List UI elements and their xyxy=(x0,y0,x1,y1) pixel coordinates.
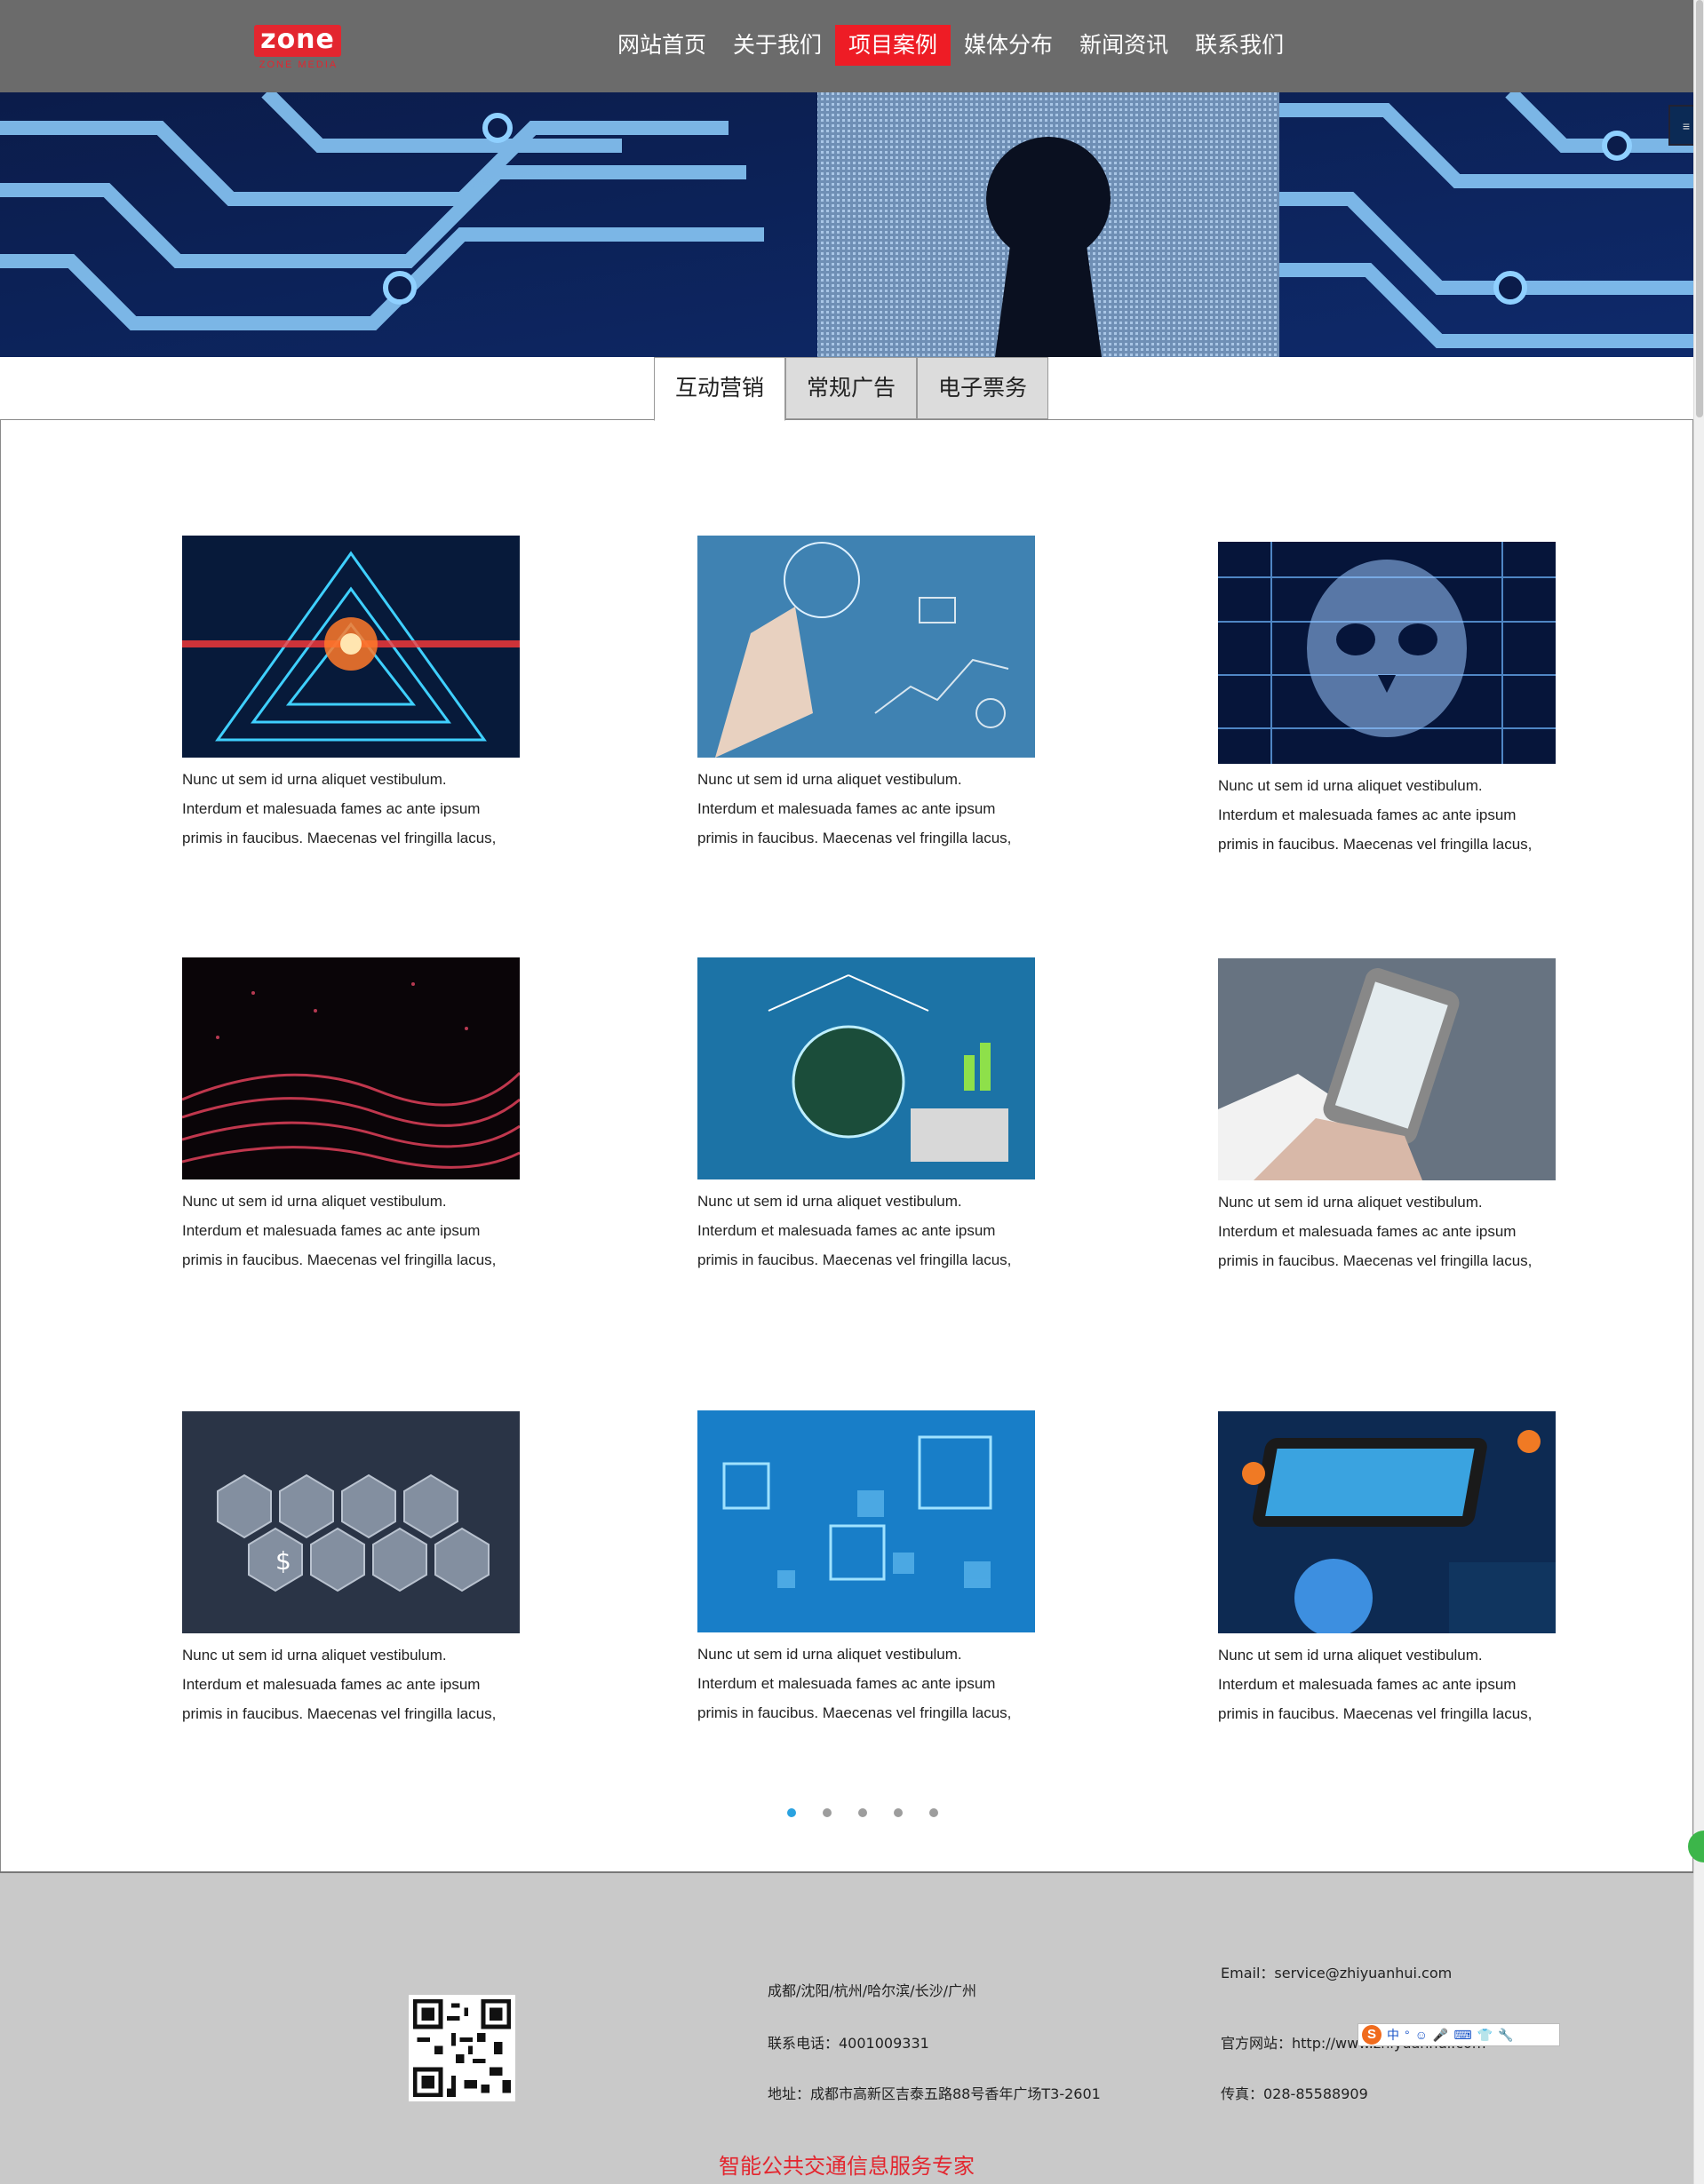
ime-mode-label[interactable]: 中 xyxy=(1387,2026,1399,2044)
case-card[interactable]: Nunc ut sem id urna aliquet vestibulum. … xyxy=(697,1410,1035,1727)
case-image-tablet-globe xyxy=(1218,1411,1556,1633)
case-image-blue-blocks xyxy=(697,1410,1035,1632)
case-card[interactable]: Nunc ut sem id urna aliquet vestibulum. … xyxy=(697,957,1035,1275)
card-text-line: primis in faucibus. Maecenas vel fringil… xyxy=(1218,836,1533,853)
case-card[interactable]: Nunc ut sem id urna aliquet vestibulum. … xyxy=(1218,1411,1556,1728)
punctuation-icon[interactable]: ° xyxy=(1405,2028,1410,2042)
case-card[interactable]: Nunc ut sem id urna aliquet vestibulum. … xyxy=(1218,542,1556,859)
card-text-line: primis in faucibus. Maecenas vel fringil… xyxy=(697,1251,1012,1268)
case-card[interactable]: $ Nunc ut sem id urna aliquet vestibulum… xyxy=(182,1411,520,1728)
ime-toolbar[interactable]: S 中 ° ☺ 🎤 ⌨ 👕 🔧 xyxy=(1358,2023,1560,2046)
sogou-logo-icon: S xyxy=(1362,2025,1382,2045)
case-image-touchscreen xyxy=(697,536,1035,758)
card-text-line: Nunc ut sem id urna aliquet vestibulum. xyxy=(182,1647,447,1664)
nav-media[interactable]: 媒体分布 xyxy=(951,25,1066,66)
case-card[interactable]: Nunc ut sem id urna aliquet vestibulum. … xyxy=(182,536,520,853)
card-text-line: Nunc ut sem id urna aliquet vestibulum. xyxy=(1218,1194,1483,1211)
logo-mark: zone xyxy=(254,25,341,57)
card-text-line: primis in faucibus. Maecenas vel fringil… xyxy=(1218,1705,1533,1722)
card-text-line: Interdum et malesuada fames ac ante ipsu… xyxy=(182,800,481,817)
pager-dot-1[interactable] xyxy=(787,1808,796,1817)
pager-dot-2[interactable] xyxy=(823,1808,832,1817)
settings-wrench-icon[interactable]: 🔧 xyxy=(1498,2028,1513,2043)
nav-cases[interactable]: 项目案例 xyxy=(835,25,952,66)
card-text-line: Nunc ut sem id urna aliquet vestibulum. xyxy=(1218,777,1483,794)
tab-interactive-marketing[interactable]: 互动营销 xyxy=(654,357,785,421)
site-footer: 成都/沈阳/杭州/哈尔滨/长沙/广州 联系电话：4001009331 地址：成都… xyxy=(0,1871,1693,2184)
card-text-line: Nunc ut sem id urna aliquet vestibulum. xyxy=(697,1193,962,1210)
case-card[interactable]: Nunc ut sem id urna aliquet vestibulum. … xyxy=(182,957,520,1275)
category-tabs: 互动营销 常规广告 电子票务 xyxy=(654,357,1048,421)
skin-icon[interactable]: 👕 xyxy=(1477,2028,1493,2043)
qr-code xyxy=(409,1995,515,2101)
card-text-line: primis in faucibus. Maecenas vel fringil… xyxy=(697,1704,1012,1721)
case-image-triangle xyxy=(182,536,520,758)
tab-e-ticketing[interactable]: 电子票务 xyxy=(917,357,1048,419)
card-text-line: Interdum et malesuada fames ac ante ipsu… xyxy=(182,1222,481,1239)
case-image-red-waves xyxy=(182,957,520,1179)
microphone-icon[interactable]: 🎤 xyxy=(1433,2028,1448,2043)
footer-email[interactable]: Email：service@zhiyuanhui.com xyxy=(1221,1961,1452,1982)
site-logo[interactable]: zone ZONE MEDIA xyxy=(254,25,343,75)
footer-fax: 传真：028-85588909 xyxy=(1221,2085,1368,2102)
case-image-smartphone xyxy=(1218,958,1556,1180)
footer-cities: 成都/沈阳/杭州/哈尔滨/长沙/广州 xyxy=(768,1982,976,1999)
card-text-line: Interdum et malesuada fames ac ante ipsu… xyxy=(697,1675,996,1692)
footer-slogan: 智能公共交通信息服务专家 xyxy=(719,2154,975,2179)
nav-about[interactable]: 关于我们 xyxy=(720,25,835,66)
site-header: zone ZONE MEDIA 网站首页 关于我们 项目案例 媒体分布 新闻资讯… xyxy=(0,0,1693,92)
footer-phone: 联系电话：4001009331 xyxy=(768,2035,929,2052)
hero-banner xyxy=(0,92,1693,357)
circuit-keyhole-image xyxy=(0,92,1693,357)
tab-regular-ads[interactable]: 常规广告 xyxy=(785,357,917,419)
card-text-line: Interdum et malesuada fames ac ante ipsu… xyxy=(1218,806,1517,823)
card-text-line: Nunc ut sem id urna aliquet vestibulum. xyxy=(1218,1647,1483,1664)
card-text-line: Nunc ut sem id urna aliquet vestibulum. xyxy=(182,1193,447,1210)
nav-news[interactable]: 新闻资讯 xyxy=(1066,25,1182,66)
logo-subtitle: ZONE MEDIA xyxy=(259,60,338,70)
card-text-line: Interdum et malesuada fames ac ante ipsu… xyxy=(697,1222,996,1239)
card-text-line: Interdum et malesuada fames ac ante ipsu… xyxy=(1218,1223,1517,1240)
card-text-line: primis in faucibus. Maecenas vel fringil… xyxy=(697,830,1012,846)
card-text-line: Nunc ut sem id urna aliquet vestibulum. xyxy=(182,771,447,788)
card-text-line: Nunc ut sem id urna aliquet vestibulum. xyxy=(697,771,962,788)
pager-dot-5[interactable] xyxy=(929,1808,938,1817)
keyboard-icon[interactable]: ⌨ xyxy=(1453,2028,1471,2043)
case-image-globe-network xyxy=(697,957,1035,1179)
nav-contact[interactable]: 联系我们 xyxy=(1182,25,1297,66)
svg-text:$: $ xyxy=(275,1546,291,1576)
card-text-line: Interdum et malesuada fames ac ante ipsu… xyxy=(697,800,996,817)
scrollbar-thumb[interactable] xyxy=(1696,0,1703,417)
pager-dot-3[interactable] xyxy=(858,1808,867,1817)
case-card[interactable]: Nunc ut sem id urna aliquet vestibulum. … xyxy=(1218,958,1556,1275)
emoji-icon[interactable]: ☺ xyxy=(1415,2028,1428,2042)
case-image-digital-skull xyxy=(1218,542,1556,764)
main-nav: 网站首页 关于我们 项目案例 媒体分布 新闻资讯 联系我们 xyxy=(604,25,1297,66)
pager-dot-4[interactable] xyxy=(894,1808,903,1817)
nav-home[interactable]: 网站首页 xyxy=(604,25,720,66)
case-image-hexagon-icons: $ xyxy=(182,1411,520,1633)
card-text-line: Interdum et malesuada fames ac ante ipsu… xyxy=(1218,1676,1517,1693)
case-card[interactable]: Nunc ut sem id urna aliquet vestibulum. … xyxy=(697,536,1035,853)
card-text-line: primis in faucibus. Maecenas vel fringil… xyxy=(182,1251,497,1268)
card-text-line: Interdum et malesuada fames ac ante ipsu… xyxy=(182,1676,481,1693)
card-text-line: primis in faucibus. Maecenas vel fringil… xyxy=(1218,1252,1533,1269)
carousel-pager xyxy=(787,1808,938,1817)
card-text-line: primis in faucibus. Maecenas vel fringil… xyxy=(182,830,497,846)
footer-address: 地址：成都市高新区吉泰五路88号香年广场T3-2601 xyxy=(768,2085,1101,2102)
card-text-line: Nunc ut sem id urna aliquet vestibulum. xyxy=(697,1646,962,1663)
card-text-line: primis in faucibus. Maecenas vel fringil… xyxy=(182,1705,497,1722)
